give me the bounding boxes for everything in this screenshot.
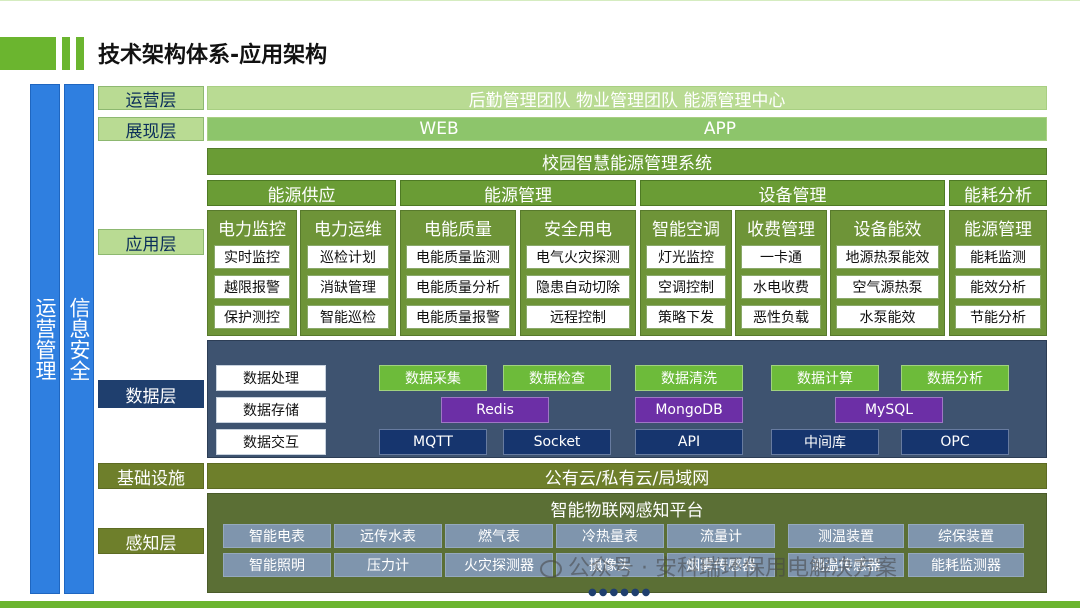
data-process-chip: 数据清洗 — [635, 365, 743, 391]
data-left-item: 数据处理 — [216, 365, 326, 391]
protocol-chip: 中间库 — [771, 429, 879, 455]
app-item: 电能质量监测 — [406, 245, 510, 269]
sensor-device: 流量计 — [667, 524, 775, 548]
app-panel-title: 安全用电 — [544, 219, 612, 240]
app-item: 灯光监控 — [646, 245, 726, 269]
header-bar-stripe-2 — [76, 37, 84, 70]
system-bar: 校园智慧能源管理系统 — [207, 148, 1047, 175]
sensor-device: 火灾探测器 — [445, 553, 553, 577]
display-app-label: APP — [703, 119, 737, 139]
ops-layer-bar: 后勤管理团队 物业管理团队 能源管理中心 — [207, 86, 1047, 111]
app-panel-power-ops: 电力运维 巡检计划 消缺管理 智能巡检 — [300, 210, 396, 336]
protocol-chip: Socket — [503, 429, 611, 455]
app-panel-energy-analysis: 能源管理 能耗监测 能效分析 节能分析 — [949, 210, 1047, 336]
layer-label-infra: 基础设施 — [98, 463, 204, 489]
sense-platform-title: 智能物联网感知平台 — [550, 500, 704, 521]
app-panel-device-efficiency: 设备能效 地源热泵能效 空气源热泵 水泵能效 — [830, 210, 945, 336]
app-item: 地源热泵能效 — [836, 245, 939, 269]
app-item: 空气源热泵 — [836, 275, 939, 299]
ops-management-label: 运营管理 — [33, 297, 57, 381]
app-panel-smart-ac: 智能空调 灯光监控 空调控制 策略下发 — [640, 210, 732, 336]
data-process-chip: 数据检查 — [503, 365, 611, 391]
data-process-chip: 数据采集 — [379, 365, 487, 391]
layer-label-display: 展现层 — [98, 117, 204, 142]
sensor-device: 压力计 — [334, 553, 442, 577]
sensor-device: 综保装置 — [908, 524, 1024, 548]
ops-management-column: 运营管理 — [30, 84, 60, 594]
app-item: 空调控制 — [646, 275, 726, 299]
app-item: 电能质量报警 — [406, 305, 510, 329]
data-process-chip: 数据计算 — [771, 365, 879, 391]
sensor-device: 能耗监测器 — [908, 553, 1024, 577]
app-panel-title: 电能质量 — [424, 219, 492, 240]
header-bar-main — [0, 37, 56, 70]
watermark-text: 公众号 · 安科瑞环保用电解决方案 — [568, 556, 897, 581]
layer-label-sense: 感知层 — [98, 528, 204, 554]
app-item: 保护测控 — [214, 305, 290, 329]
protocol-chip: OPC — [901, 429, 1009, 455]
app-item: 能耗监测 — [955, 245, 1041, 269]
watermark: 公众号 · 安科瑞环保用电解决方案 — [540, 550, 897, 582]
app-item: 策略下发 — [646, 305, 726, 329]
sensor-device: 测温装置 — [788, 524, 904, 548]
app-panel-title: 电力运维 — [314, 219, 382, 240]
app-item: 节能分析 — [955, 305, 1041, 329]
app-item: 一卡通 — [741, 245, 821, 269]
app-panel-billing: 收费管理 一卡通 水电收费 恶性负载 — [735, 210, 827, 336]
layer-label-data: 数据层 — [98, 380, 204, 408]
app-item: 水电收费 — [741, 275, 821, 299]
data-left-item: 数据存储 — [216, 397, 326, 423]
app-item: 巡检计划 — [307, 245, 389, 269]
app-panel-title: 能源管理 — [964, 219, 1032, 240]
info-security-column: 信息安全 — [64, 84, 94, 594]
sensor-device: 智能照明 — [223, 553, 331, 577]
page-title: 技术架构体系-应用架构 — [98, 43, 328, 68]
app-panel-title: 智能空调 — [652, 219, 720, 240]
app-item: 恶性负载 — [741, 305, 821, 329]
group-header-analysis: 能耗分析 — [949, 180, 1047, 206]
header-bar-stripe-1 — [62, 37, 70, 70]
database-chip: MySQL — [835, 397, 943, 423]
group-header-device: 设备管理 — [640, 180, 945, 206]
app-item: 智能巡检 — [307, 305, 389, 329]
display-web-label: WEB — [419, 119, 459, 139]
app-item: 电气火灾探测 — [526, 245, 630, 269]
data-process-chip: 数据分析 — [901, 365, 1009, 391]
app-item: 越限报警 — [214, 275, 290, 299]
sensor-device: 智能电表 — [223, 524, 331, 548]
database-chip: MongoDB — [635, 397, 743, 423]
info-security-label: 信息安全 — [67, 297, 91, 381]
wechat-icon — [540, 560, 562, 578]
group-header-supply: 能源供应 — [207, 180, 396, 206]
group-header-energy: 能源管理 — [400, 180, 636, 206]
protocol-chip: API — [635, 429, 743, 455]
sensor-device: 远传水表 — [334, 524, 442, 548]
sensor-device: 燃气表 — [445, 524, 553, 548]
app-item: 电能质量分析 — [406, 275, 510, 299]
app-item: 远程控制 — [526, 305, 630, 329]
protocol-chip: MQTT — [379, 429, 487, 455]
app-item: 消缺管理 — [307, 275, 389, 299]
database-chip: Redis — [441, 397, 549, 423]
app-panel-title: 电力监控 — [218, 219, 286, 240]
data-left-item: 数据交互 — [216, 429, 326, 455]
app-panel-title: 设备能效 — [853, 219, 922, 240]
pagination-dots: ●●●●●● — [588, 587, 653, 598]
sensor-device: 冷热量表 — [556, 524, 664, 548]
layer-label-ops: 运营层 — [98, 86, 204, 111]
data-layer-panel: 数据处理 数据存储 数据交互 数据采集 数据检查 数据清洗 数据计算 数据分析 … — [207, 340, 1047, 458]
layer-label-app: 应用层 — [98, 229, 204, 255]
app-panel-power-quality: 电能质量 电能质量监测 电能质量分析 电能质量报警 — [400, 210, 516, 336]
app-item: 实时监控 — [214, 245, 290, 269]
app-item: 隐患自动切除 — [526, 275, 630, 299]
app-item: 水泵能效 — [836, 305, 939, 329]
app-panel-power-monitor: 电力监控 实时监控 越限报警 保护测控 — [207, 210, 297, 336]
app-panel-safe-power: 安全用电 电气火灾探测 隐患自动切除 远程控制 — [520, 210, 636, 336]
app-panel-title: 收费管理 — [747, 219, 815, 240]
app-item: 能效分析 — [955, 275, 1041, 299]
display-layer-bar: WEB APP — [207, 117, 1047, 141]
infra-bar: 公有云/私有云/局域网 — [207, 463, 1047, 489]
